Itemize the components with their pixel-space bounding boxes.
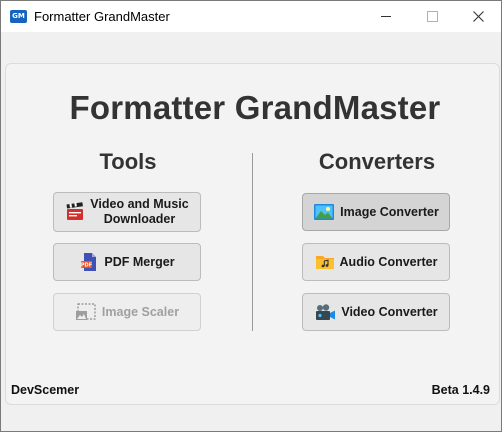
image-scaler-button[interactable]: Image Scaler	[53, 293, 201, 331]
video-converter-label: Video Converter	[341, 304, 438, 319]
image-converter-label: Image Converter	[340, 204, 439, 219]
audio-converter-label: Audio Converter	[339, 254, 438, 269]
app-window: GM Formatter GrandMaster Formatter Grand…	[0, 0, 502, 432]
video-converter-button[interactable]: Video Converter	[302, 293, 450, 331]
audio-converter-button[interactable]: Audio Converter	[302, 243, 450, 281]
app-icon: GM	[10, 10, 27, 23]
close-button[interactable]	[455, 1, 501, 32]
video-music-downloader-label: Video and Music Downloader	[90, 197, 188, 227]
pdf-file-icon: PDF	[79, 252, 99, 272]
video-music-downloader-button[interactable]: Video and Music Downloader	[53, 192, 201, 232]
section-divider	[252, 153, 253, 331]
maximize-button[interactable]	[409, 1, 455, 32]
window-title: Formatter GrandMaster	[34, 9, 170, 24]
label-line-2: Downloader	[103, 212, 176, 226]
picture-icon	[313, 202, 335, 222]
pdf-merger-button[interactable]: PDF PDF Merger	[53, 243, 201, 281]
version-label: Beta 1.4.9	[431, 383, 490, 397]
camera-icon	[314, 302, 336, 322]
converters-heading: Converters	[318, 149, 436, 174]
author-label: DevScemer	[11, 383, 80, 397]
svg-text:PDF: PDF	[81, 263, 92, 269]
image-converter-button[interactable]: Image Converter	[302, 193, 450, 231]
image-scaler-label: Image Scaler	[101, 304, 180, 319]
tools-heading: Tools	[99, 149, 157, 174]
music-folder-icon	[315, 252, 335, 272]
clapperboard-icon	[65, 202, 85, 222]
close-icon	[473, 11, 484, 22]
app-heading: Formatter GrandMaster	[69, 89, 441, 126]
image-crop-icon	[75, 302, 97, 322]
label-line-1: Video and Music	[90, 197, 189, 211]
pdf-merger-label: PDF Merger	[104, 254, 175, 269]
minimize-button[interactable]	[363, 1, 409, 32]
title-bar[interactable]: GM Formatter GrandMaster	[1, 1, 501, 32]
